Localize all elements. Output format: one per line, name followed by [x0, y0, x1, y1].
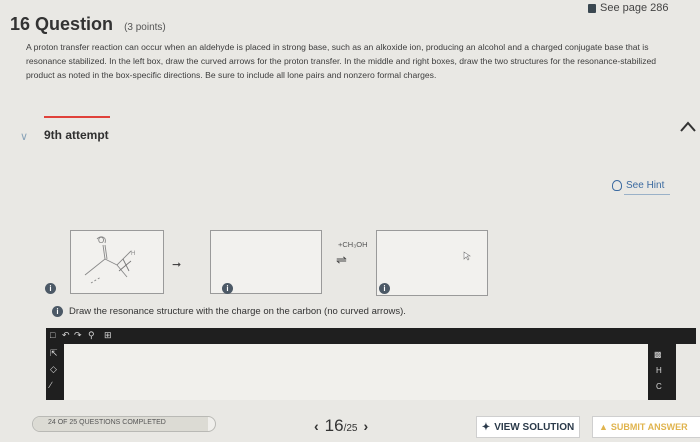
cursor-icon: [463, 251, 471, 261]
info-icon: i: [52, 306, 63, 317]
submit-answer-button[interactable]: ▲ SUBMIT ANSWER: [592, 416, 700, 438]
chevron-down-icon[interactable]: ∨: [20, 130, 28, 143]
book-icon: [588, 3, 596, 13]
atom-h-button[interactable]: H: [656, 366, 662, 375]
question-prompt: A proton transfer reaction can occur whe…: [26, 42, 657, 80]
question-word: Question: [35, 14, 114, 34]
submit-icon: ▲: [599, 422, 608, 432]
periodic-table-icon[interactable]: ▩: [654, 350, 662, 359]
editor-toolbar: [46, 328, 696, 344]
see-page-label: See page 286: [600, 2, 669, 14]
next-question-button[interactable]: ›: [364, 418, 369, 434]
equilibrium-arrow-icon: ⇌: [336, 252, 347, 267]
undo-icon[interactable]: ↶: [62, 330, 70, 341]
eraser-icon[interactable]: ◇: [50, 364, 57, 375]
info-icon[interactable]: i: [45, 283, 56, 294]
bond-tool-icon[interactable]: ∕: [50, 380, 52, 390]
question-number: 16: [10, 14, 31, 34]
view-solution-button[interactable]: ✦ VIEW SOLUTION: [476, 416, 580, 438]
accent-divider: [44, 116, 110, 118]
curved-arrows-drawing-box[interactable]: O H: [70, 230, 164, 294]
question-points: (3 points): [124, 22, 166, 33]
progress-label: 24 OF 25 QUESTIONS COMPLETED: [48, 419, 166, 426]
info-icon[interactable]: i: [379, 283, 390, 294]
zoom-icon[interactable]: ⚲: [88, 330, 95, 341]
hint-underline: [624, 194, 670, 195]
aldehyde-structure-drawing: O H: [84, 236, 135, 284]
reagent-label: +CH₃OH: [338, 240, 368, 249]
view-solution-label: VIEW SOLUTION: [494, 421, 575, 433]
current-question-number: 16: [324, 416, 344, 435]
reaction-arrow-icon: ➞: [172, 259, 182, 271]
resonance-structure-box-2[interactable]: [376, 230, 488, 296]
svg-text:H: H: [131, 251, 135, 257]
redo-icon[interactable]: ↷: [74, 330, 82, 341]
lightbulb-icon: [612, 180, 622, 191]
attempt-label: 9th attempt: [44, 128, 109, 142]
atom-c-button[interactable]: C: [656, 382, 662, 391]
scroll-up-arrow-icon[interactable]: [680, 120, 696, 138]
see-hint-link[interactable]: See Hint: [612, 180, 664, 191]
box-instruction: i Draw the resonance structure with the …: [52, 306, 406, 317]
new-document-icon[interactable]: □: [50, 330, 55, 340]
drawing-canvas[interactable]: [64, 344, 648, 400]
question-title: 16 Question (3 points): [10, 14, 166, 35]
svg-text:O: O: [98, 236, 104, 245]
see-page-link[interactable]: See page 286: [588, 2, 669, 14]
plus-icon: ✦: [481, 421, 491, 433]
previous-question-button[interactable]: ‹: [314, 418, 319, 434]
submit-answer-label: SUBMIT ANSWER: [610, 422, 688, 432]
template-icon[interactable]: ⊞: [104, 330, 112, 341]
see-hint-label: See Hint: [626, 180, 665, 191]
instruction-text: Draw the resonance structure with the ch…: [69, 306, 406, 317]
select-tool-icon[interactable]: ⇱: [50, 348, 58, 359]
editor-right-toolbar: [648, 344, 676, 400]
total-questions: /25: [343, 423, 358, 434]
info-icon[interactable]: i: [222, 283, 233, 294]
question-pager: ‹ 16/25 ›: [314, 416, 368, 436]
